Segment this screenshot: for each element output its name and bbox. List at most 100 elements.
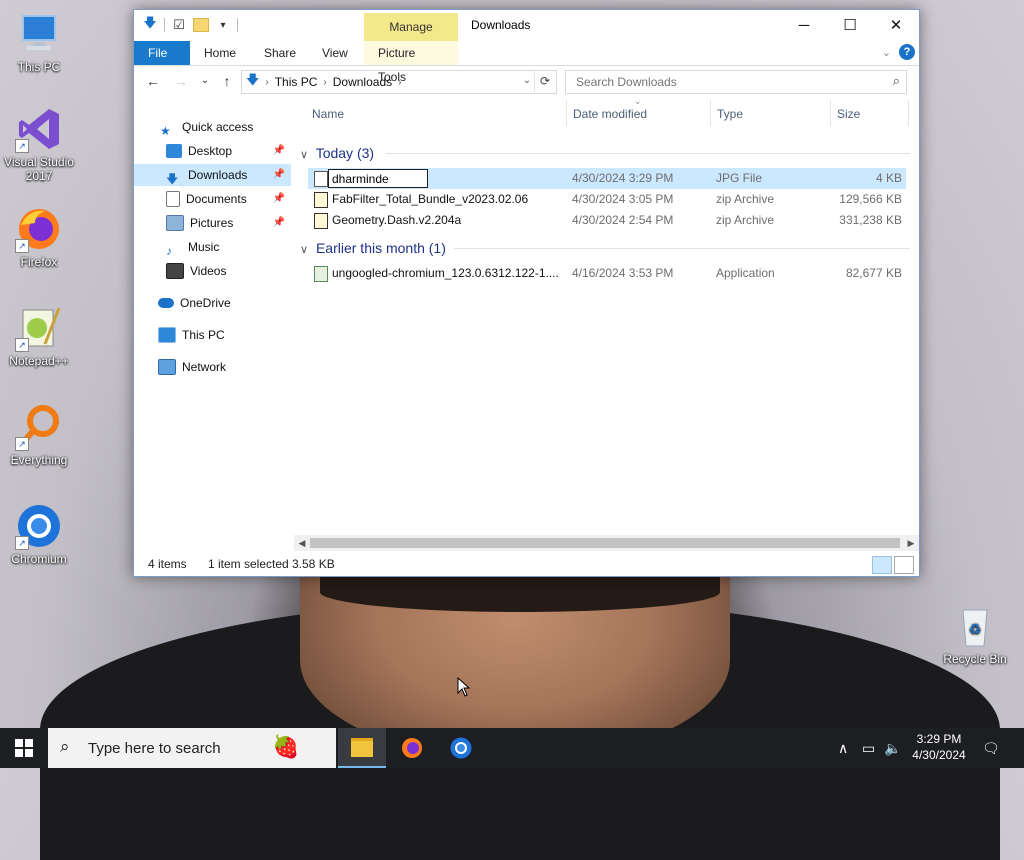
tab-picture-tools[interactable]: Picture Tools <box>364 41 458 84</box>
sidebar-item-videos[interactable]: Videos <box>134 260 291 282</box>
desktop-icon-recycle-bin[interactable]: ♻ Recycle Bin <box>935 602 1015 666</box>
sidebar-item-network[interactable]: Network <box>134 356 291 378</box>
column-header-name[interactable]: Name <box>312 104 344 124</box>
column-header-size[interactable]: Size <box>837 104 860 124</box>
help-icon[interactable]: ? <box>899 44 915 60</box>
sidebar-item-music[interactable]: ♪ Music <box>134 236 291 258</box>
group-header-today[interactable]: ∨ Today (3) <box>300 142 374 164</box>
refresh-button[interactable]: ⟳ <box>534 70 555 92</box>
file-type: zip Archive <box>716 192 775 206</box>
recycle-bin-icon: ♻ <box>951 602 999 650</box>
forward-button[interactable]: → <box>170 71 192 91</box>
desktop-icon-everything[interactable]: ↗ Everything <box>0 403 79 467</box>
chevron-right-icon[interactable]: › <box>398 77 401 88</box>
volume-muted-icon[interactable]: 🔈 <box>884 728 901 768</box>
breadcrumb-downloads[interactable]: Downloads <box>333 75 392 89</box>
taskbar-chromium[interactable] <box>437 728 485 768</box>
file-row[interactable]: FabFilter_Total_Bundle_v2023.02.06 4/30/… <box>308 189 906 210</box>
pin-icon[interactable]: 📌 <box>273 140 285 162</box>
show-hidden-icons-button[interactable]: ∧ <box>838 728 848 768</box>
column-divider[interactable] <box>830 100 831 126</box>
sidebar-item-pictures[interactable]: Pictures 📌 <box>134 212 291 234</box>
sidebar-item-desktop[interactable]: Desktop 📌 <box>134 140 291 162</box>
download-arrow-icon: 🡇 <box>246 72 260 87</box>
column-divider[interactable] <box>566 100 567 126</box>
up-button[interactable]: ↑ <box>216 71 238 91</box>
back-button[interactable]: ← <box>142 71 164 91</box>
maximize-button[interactable]: ☐ <box>827 10 873 41</box>
pin-icon[interactable]: 📌 <box>273 188 285 210</box>
navigation-bar: ← → ⌄ ↑ 🡇 › This PC › Downloads › ⌄ ⟳ ⌕ <box>134 66 919 96</box>
notifications-icon[interactable]: 🗨 <box>982 728 1000 768</box>
sidebar-item-quick-access[interactable]: ★ Quick access <box>134 116 291 138</box>
address-dropdown-icon[interactable]: ⌄ <box>520 70 534 92</box>
sidebar-item-onedrive[interactable]: OneDrive <box>134 292 291 314</box>
properties-icon[interactable]: ☑ <box>171 16 187 34</box>
scroll-right-icon[interactable]: ▶ <box>903 535 919 551</box>
large-icons-view-icon[interactable] <box>894 556 914 574</box>
customize-qat-icon[interactable]: ▾ <box>215 16 231 34</box>
desktop-icon-notepad-plus[interactable]: ↗ Notepad++ <box>0 304 79 368</box>
file-row[interactable]: ungoogled-chromium_123.0.6312.122-1.... … <box>308 263 906 284</box>
expand-ribbon-icon[interactable]: ⌄ <box>882 46 891 59</box>
horizontal-scrollbar[interactable]: ◀ ▶ <box>294 535 919 551</box>
sidebar-item-label: Downloads <box>188 168 248 182</box>
taskbar-search-placeholder: Type here to search <box>88 740 221 757</box>
column-divider[interactable] <box>908 100 909 126</box>
svg-text:♻: ♻ <box>969 622 982 638</box>
details-view-icon[interactable] <box>872 556 892 574</box>
taskbar-file-explorer[interactable] <box>338 728 386 768</box>
network-status-icon[interactable]: ▭ <box>862 728 875 768</box>
sidebar-item-documents[interactable]: Documents 📌 <box>134 188 291 210</box>
desktop-icon-chromium[interactable]: ↗ Chromium <box>0 502 79 566</box>
file-type: Application <box>716 266 775 280</box>
taskbar-firefox[interactable] <box>388 728 436 768</box>
tab-home[interactable]: Home <box>190 41 250 65</box>
status-bar: 4 items 1 item selected 3.58 KB <box>134 553 919 575</box>
pin-icon[interactable]: 📌 <box>273 164 285 186</box>
taskbar-search-box[interactable]: ⌕ Type here to search 🍓 <box>48 728 336 768</box>
taskbar: ⌕ Type here to search 🍓 ∧ ▭ 🔈 3:29 PM 4/… <box>0 728 1024 768</box>
taskbar-clock[interactable]: 3:29 PM 4/30/2024 <box>906 731 972 763</box>
close-button[interactable]: ✕ <box>873 10 919 41</box>
chevron-right-icon[interactable]: › <box>265 77 268 88</box>
column-divider[interactable] <box>710 100 711 126</box>
music-icon: ♪ <box>166 244 172 258</box>
chevron-right-icon[interactable]: › <box>323 77 326 88</box>
new-folder-icon[interactable] <box>193 16 209 34</box>
manage-context-tab[interactable]: Manage <box>364 13 458 41</box>
file-size: 82,677 KB <box>845 266 902 280</box>
file-row[interactable]: Geometry.Dash.v2.204a 4/30/2024 2:54 PM … <box>308 210 906 231</box>
start-button[interactable] <box>0 728 48 768</box>
sidebar-item-label: Music <box>188 240 220 254</box>
desktop-icon-firefox[interactable]: ↗ Firefox <box>0 205 79 269</box>
file-list: Name ⌄ Date modified Type Size ∨ Today (… <box>294 96 919 540</box>
minimize-button[interactable]: ─ <box>781 10 827 41</box>
sidebar-item-downloads[interactable]: 🡇 Downloads 📌 <box>134 164 291 186</box>
desktop-icon-this-pc[interactable]: This PC <box>0 10 79 74</box>
search-input[interactable] <box>574 71 878 93</box>
scroll-left-icon[interactable]: ◀ <box>294 535 310 551</box>
address-bar[interactable]: 🡇 › This PC › Downloads › <box>241 70 557 94</box>
chromium-icon <box>450 737 472 759</box>
tab-file[interactable]: File <box>134 41 190 65</box>
file-row[interactable]: 4/30/2024 3:29 PM JPG File 4 KB <box>308 168 906 189</box>
group-header-earlier-this-month[interactable]: ∨ Earlier this month (1) <box>300 237 446 259</box>
network-icon <box>158 359 176 375</box>
tab-share[interactable]: Share <box>250 41 310 65</box>
tab-view[interactable]: View <box>308 41 362 65</box>
scrollbar-thumb[interactable] <box>310 538 900 548</box>
collapse-chevron-icon: ∨ <box>300 244 309 256</box>
recent-locations-button[interactable]: ⌄ <box>194 71 216 91</box>
quick-access-toolbar: 🡇 ☑ ▾ <box>142 15 238 34</box>
pin-icon[interactable]: 📌 <box>273 212 285 234</box>
search-box[interactable]: ⌕ <box>565 70 907 94</box>
sidebar-item-label: Videos <box>190 264 227 278</box>
rename-input[interactable] <box>328 169 428 188</box>
desktop-icon-visual-studio[interactable]: ↗ Visual Studio 2017 <box>0 105 79 183</box>
column-header-date[interactable]: Date modified <box>573 104 647 124</box>
breadcrumb-this-pc[interactable]: This PC <box>275 75 318 89</box>
column-header-type[interactable]: Type <box>717 104 743 124</box>
folder-icon <box>351 737 373 757</box>
sidebar-item-this-pc[interactable]: This PC <box>134 324 291 346</box>
